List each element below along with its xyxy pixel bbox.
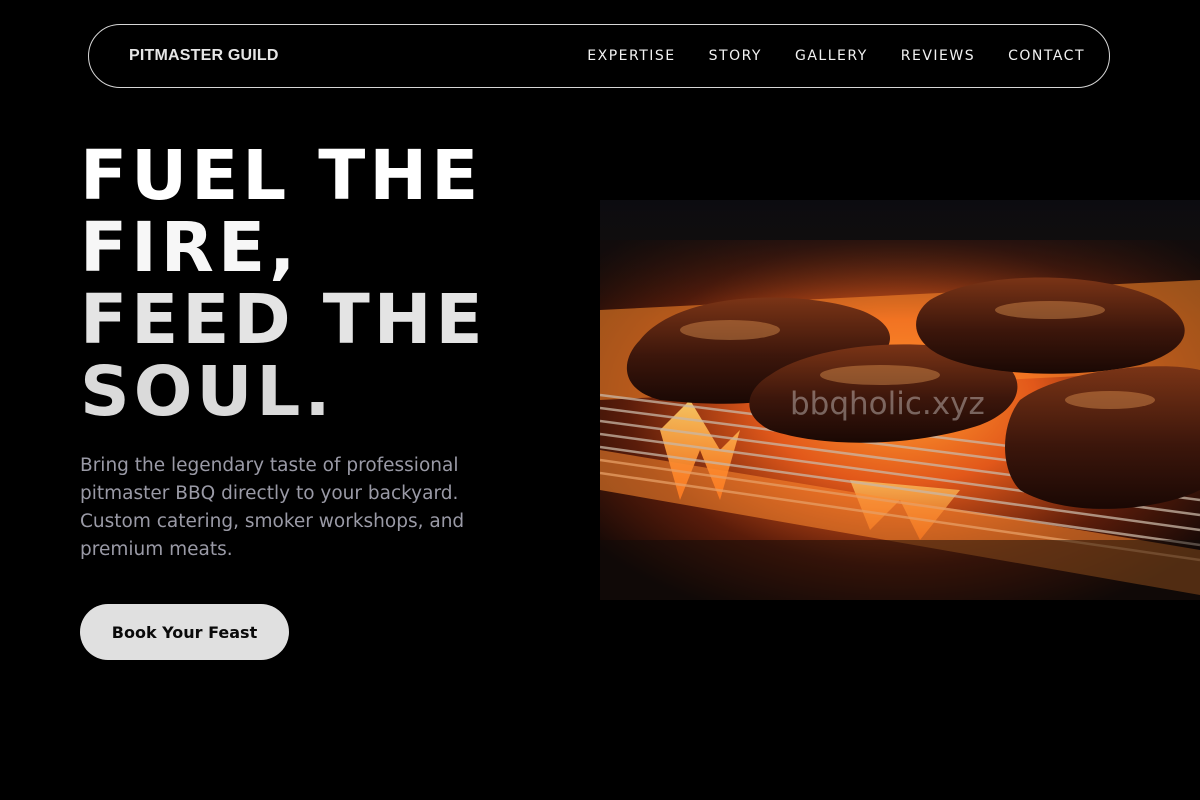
headline-line-4: SOUL. [80, 352, 335, 432]
nav-links: EXPERTISE STORY GALLERY REVIEWS CONTACT [587, 25, 1085, 87]
image-watermark: bbqholic.xyz [790, 386, 985, 422]
nav-link-reviews[interactable]: REVIEWS [901, 48, 975, 64]
headline-line-2: FIRE, [80, 208, 300, 288]
brand-logo[interactable]: PITMASTER GUILD [129, 25, 279, 87]
nav-link-expertise[interactable]: EXPERTISE [587, 48, 675, 64]
hero-headline: FUEL THE FIRE, FEED THE SOUL. [80, 140, 487, 428]
landing-page: PITMASTER GUILD EXPERTISE STORY GALLERY … [0, 0, 1200, 800]
headline-line-1: FUEL THE [80, 136, 483, 216]
nav-link-gallery[interactable]: GALLERY [795, 48, 868, 64]
hero-bbq-grill-image: bbqholic.xyz [600, 200, 1200, 600]
book-feast-button[interactable]: Book Your Feast [80, 604, 289, 660]
top-navbar: PITMASTER GUILD EXPERTISE STORY GALLERY … [88, 24, 1110, 88]
hero-subtitle: Bring the legendary taste of professiona… [80, 455, 465, 560]
nav-link-contact[interactable]: CONTACT [1008, 48, 1085, 64]
headline-line-3: FEED THE [80, 280, 487, 360]
nav-link-story[interactable]: STORY [709, 48, 762, 64]
